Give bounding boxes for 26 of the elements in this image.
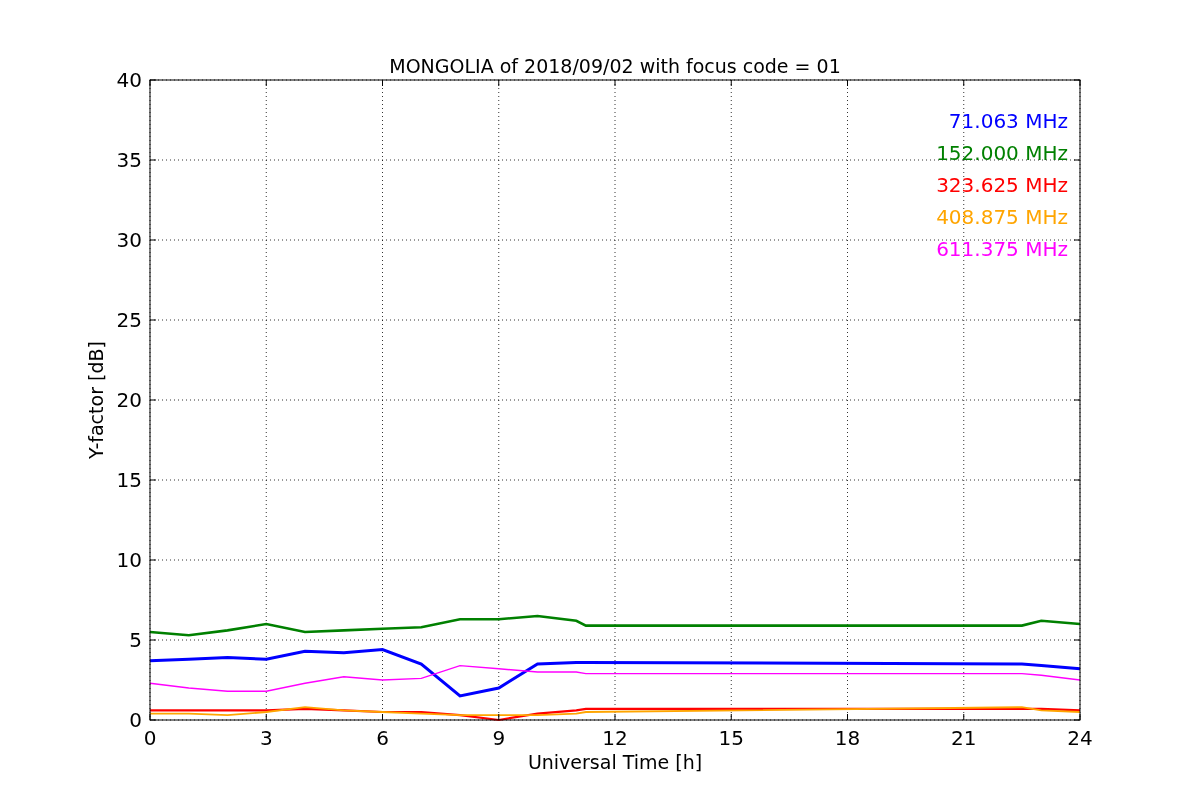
x-tick-label: 21 [951,726,977,750]
y-axis-label: Y-factor [dB] [85,341,107,459]
y-tick-label: 15 [116,468,142,492]
y-tick-label: 0 [129,708,142,732]
x-tick-label: 6 [376,726,389,750]
y-tick-label: 10 [116,548,142,572]
y-tick-label: 40 [116,68,142,92]
legend-label: 611.375 MHz [936,237,1068,261]
x-tick-label: 24 [1067,726,1093,750]
x-tick-label: 12 [602,726,628,750]
chart-title: MONGOLIA of 2018/09/02 with focus code = 01 [389,55,841,77]
y-tick-label: 30 [116,228,142,252]
y-tick-label: 35 [116,148,142,172]
y-tick-label: 5 [129,628,142,652]
legend-label: 323.625 MHz [936,173,1068,197]
legend-label: 408.875 MHz [936,205,1068,229]
legend-label: 152.000 MHz [936,141,1068,165]
x-tick-label: 15 [718,726,744,750]
x-axis-label: Universal Time [h] [527,751,703,773]
y-tick-label: 25 [116,308,142,332]
x-tick-label: 3 [259,726,273,750]
x-tick-label: 0 [143,726,157,750]
y-tick-label: 20 [116,388,142,412]
x-tick-label: 9 [492,726,506,750]
legend-label: 71.063 MHz [948,109,1068,133]
x-tick-label: 18 [834,726,861,750]
